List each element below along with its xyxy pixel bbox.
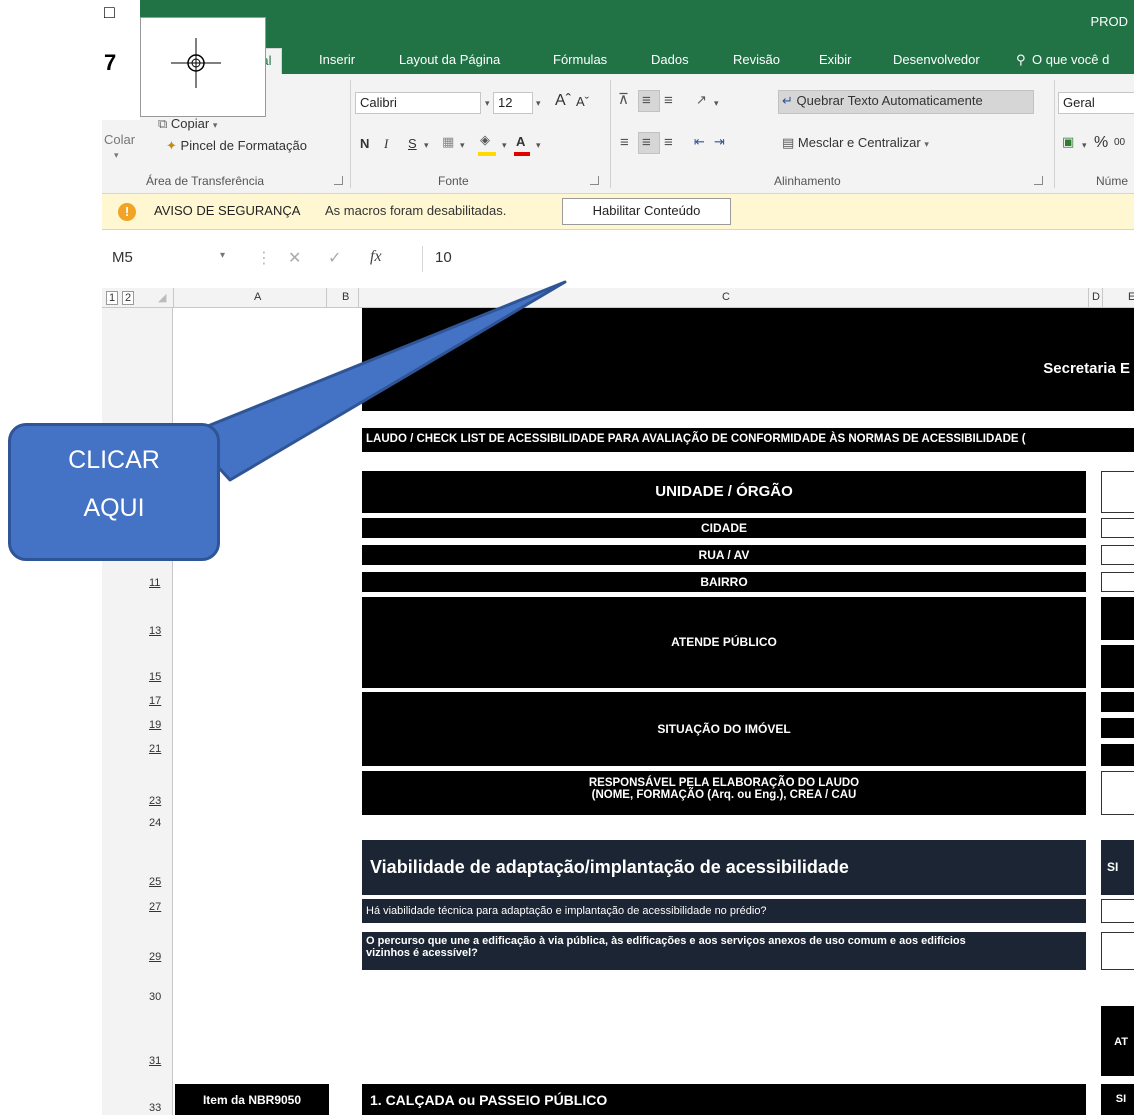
callout-line-2: AQUI [83,494,145,522]
click-here-callout: CLICAR AQUI [8,423,220,561]
callout-line-1: CLICAR [68,446,160,474]
